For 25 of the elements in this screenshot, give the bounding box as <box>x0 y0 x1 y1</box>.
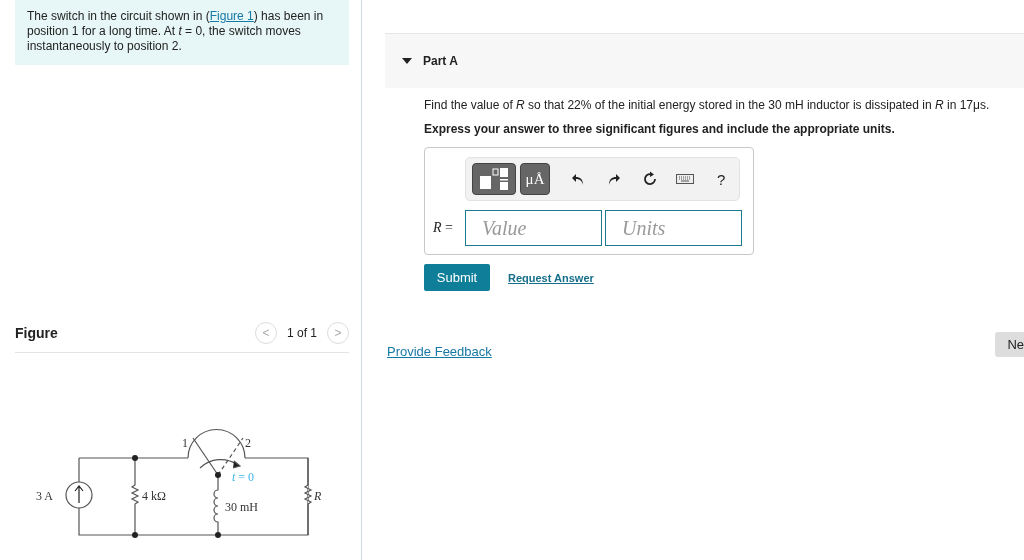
component-label: t = 0 <box>232 470 255 484</box>
units-field[interactable]: Units <box>605 210 742 246</box>
collapse-triangle-icon[interactable] <box>401 57 413 65</box>
component-label: 3 A <box>36 489 53 503</box>
question-text: Find the value of R so that 22% of the initial energy stored in the 30 mH inductor is dissipated in R in 17μs. <box>424 98 991 112</box>
request-answer-link[interactable]: Request Answer <box>508 271 594 284</box>
part-title[interactable]: Part A <box>423 54 458 68</box>
next-button[interactable]: Ne <box>995 332 1024 357</box>
units-button[interactable]: μÅ <box>519 163 551 195</box>
variable-label: R = <box>433 220 454 236</box>
problem-statement: The switch in the circuit shown in (Figure 1) has been in position 1 for a long time. At t = 0, the switch moves instantaneously to position 2. <box>15 0 349 65</box>
templates-button[interactable] <box>472 163 516 195</box>
component-label: R <box>314 489 322 503</box>
component-label: 30 mH <box>225 500 258 514</box>
component-label: 2 <box>245 436 251 450</box>
figure-link[interactable]: Figure 1 <box>209 9 254 23</box>
provide-feedback-link[interactable]: Provide Feedback <box>387 344 996 359</box>
value-field[interactable]: Value <box>465 210 602 246</box>
page-counter: 1 of 1 <box>286 326 317 340</box>
component-label: 1 <box>182 436 188 450</box>
component-label: 4 kΩ <box>142 489 166 503</box>
figure-title: Figure <box>15 325 59 341</box>
instruction-text: Express your answer to three significant figures and include the appropriate units. <box>424 122 896 136</box>
submit-button[interactable]: Submit <box>424 264 490 291</box>
help-button[interactable]: ? <box>703 164 740 194</box>
